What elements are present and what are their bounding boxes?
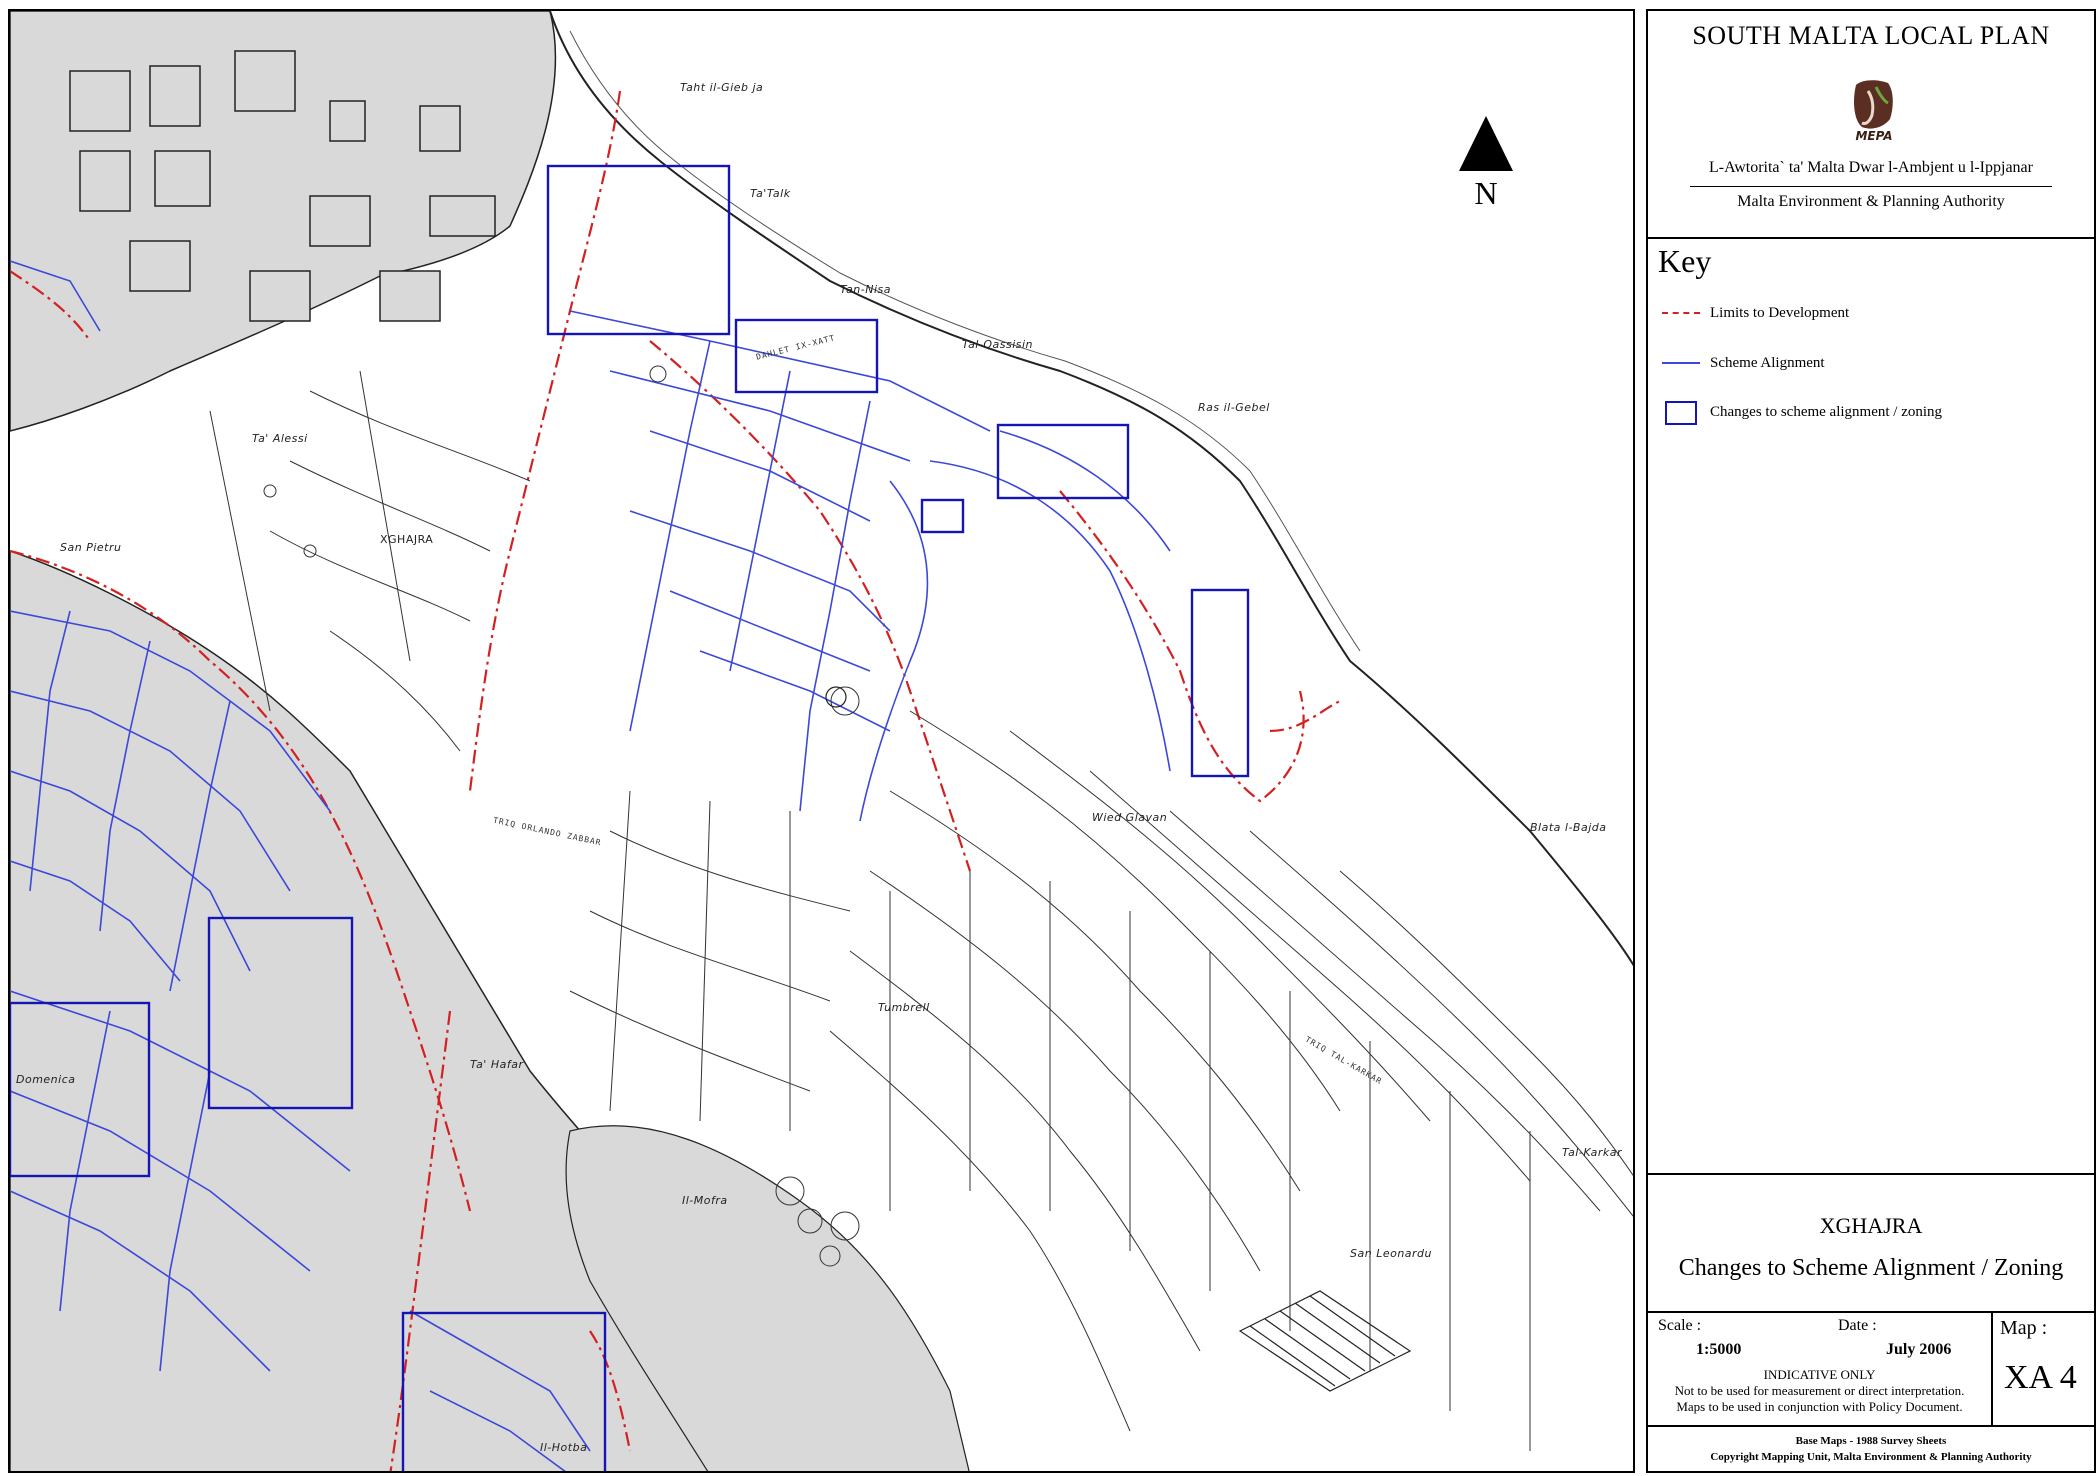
sheet-subject: Changes to Scheme Alignment / Zoning <box>1678 1255 2064 1281</box>
key-item-changes-box: Changes to scheme alignment / zoning <box>1662 400 1943 425</box>
place-taht-il-giebja: Taht il-Gieb ja <box>680 81 764 94</box>
north-label: N <box>1474 175 1498 211</box>
place-wied-glavan: Wied Glavan <box>1092 811 1168 824</box>
base-maps-note: Base Maps - 1988 Survey Sheets <box>1795 1435 1947 1447</box>
key-divider <box>1648 1173 2094 1175</box>
plan-title: SOUTH MALTA LOCAL PLAN <box>1692 21 2050 50</box>
place-san-pietru: San Pietru <box>60 541 122 554</box>
legend-panel: SOUTH MALTA LOCAL PLAN MEPA L-Awtorita` … <box>1646 9 2096 1473</box>
key-title: Key <box>1658 243 1712 279</box>
dash-dot-line-icon <box>1662 301 1700 325</box>
date-label: Date : <box>1838 1317 1877 1334</box>
place-tan-nisa: Tan-Nisa <box>840 283 892 296</box>
place-domenica: Domenica <box>16 1073 76 1086</box>
scale-value: 1:5000 <box>1696 1341 1742 1358</box>
map-frame[interactable]: Taht il-Gieb ja Ta'Talk Tan-Nisa Tal-Qas… <box>8 9 1635 1473</box>
place-tumbrell: Tumbrell <box>878 1001 930 1014</box>
place-ta-talk: Ta'Talk <box>750 187 791 200</box>
map-number: XA 4 <box>2004 1359 2077 1396</box>
header-divider <box>1648 237 2094 239</box>
place-tal-qassisin: Tal-Qassisin <box>962 338 1034 351</box>
place-blata-l-bajda: Blata l-Bajda <box>1530 821 1607 834</box>
key-item-label: Scheme Alignment <box>1710 354 1825 371</box>
key-item-limits-to-development: Limits to Development <box>1662 301 1849 325</box>
sheet-place-name: XGHAJRA <box>1819 1213 1923 1238</box>
copyright-note: Copyright Mapping Unit, Malta Environmen… <box>1710 1451 2032 1463</box>
place-ras-il-gebel: Ras il-Gebel <box>1198 401 1270 414</box>
place-ta-hafar: Ta' Hafar <box>470 1058 524 1071</box>
key-item-label: Limits to Development <box>1710 304 1850 321</box>
place-il-hotba: Il-Hotba <box>540 1441 588 1454</box>
key-item-label: Changes to scheme alignment / zoning <box>1710 403 1943 420</box>
change-box-4 <box>920 498 965 534</box>
north-arrow: N <box>1458 116 1514 212</box>
map-label: Map : <box>2000 1317 2048 1339</box>
key-item-scheme-alignment: Scheme Alignment <box>1662 351 1825 375</box>
date-value: July 2006 <box>1886 1341 1952 1358</box>
disclaimer-line: INDICATIVE ONLY <box>1763 1367 1876 1382</box>
place-xghajra-village: XGHAJRA <box>380 533 434 546</box>
place-ta-alessi: Ta' Alessi <box>252 432 308 445</box>
map-number-divider <box>1991 1313 1993 1425</box>
authority-name-maltese: L-Awtorita` ta' Malta Dwar l-Ambjent u l… <box>1709 159 2033 176</box>
place-tal-karkar: Tal-Karkar <box>1562 1146 1623 1159</box>
greenhouse-block <box>1238 1290 1412 1392</box>
change-box-1 <box>546 164 731 336</box>
scale-label: Scale : <box>1658 1317 1702 1334</box>
place-san-leonardu: San Leonardu <box>1350 1247 1433 1260</box>
disclaimer-line: Maps to be used in conjunction with Poli… <box>1676 1399 1963 1414</box>
title-divider <box>1648 1311 2094 1313</box>
logo-text: MEPA <box>1855 129 1893 143</box>
place-il-mofra: Il-Mofra <box>682 1194 728 1207</box>
change-box-5 <box>1190 588 1250 778</box>
blue-line-icon <box>1662 351 1700 375</box>
disclaimer-line: Not to be used for measurement or direct… <box>1674 1383 1965 1398</box>
disclaimer: INDICATIVE ONLY Not to be used for measu… <box>1648 1367 1991 1415</box>
authority-divider <box>1690 186 2052 187</box>
north-arrow-icon <box>1459 116 1513 171</box>
blue-box-icon <box>1662 400 1700 425</box>
authority-name-english: Malta Environment & Planning Authority <box>1737 193 2005 210</box>
footer-divider <box>1648 1425 2094 1427</box>
